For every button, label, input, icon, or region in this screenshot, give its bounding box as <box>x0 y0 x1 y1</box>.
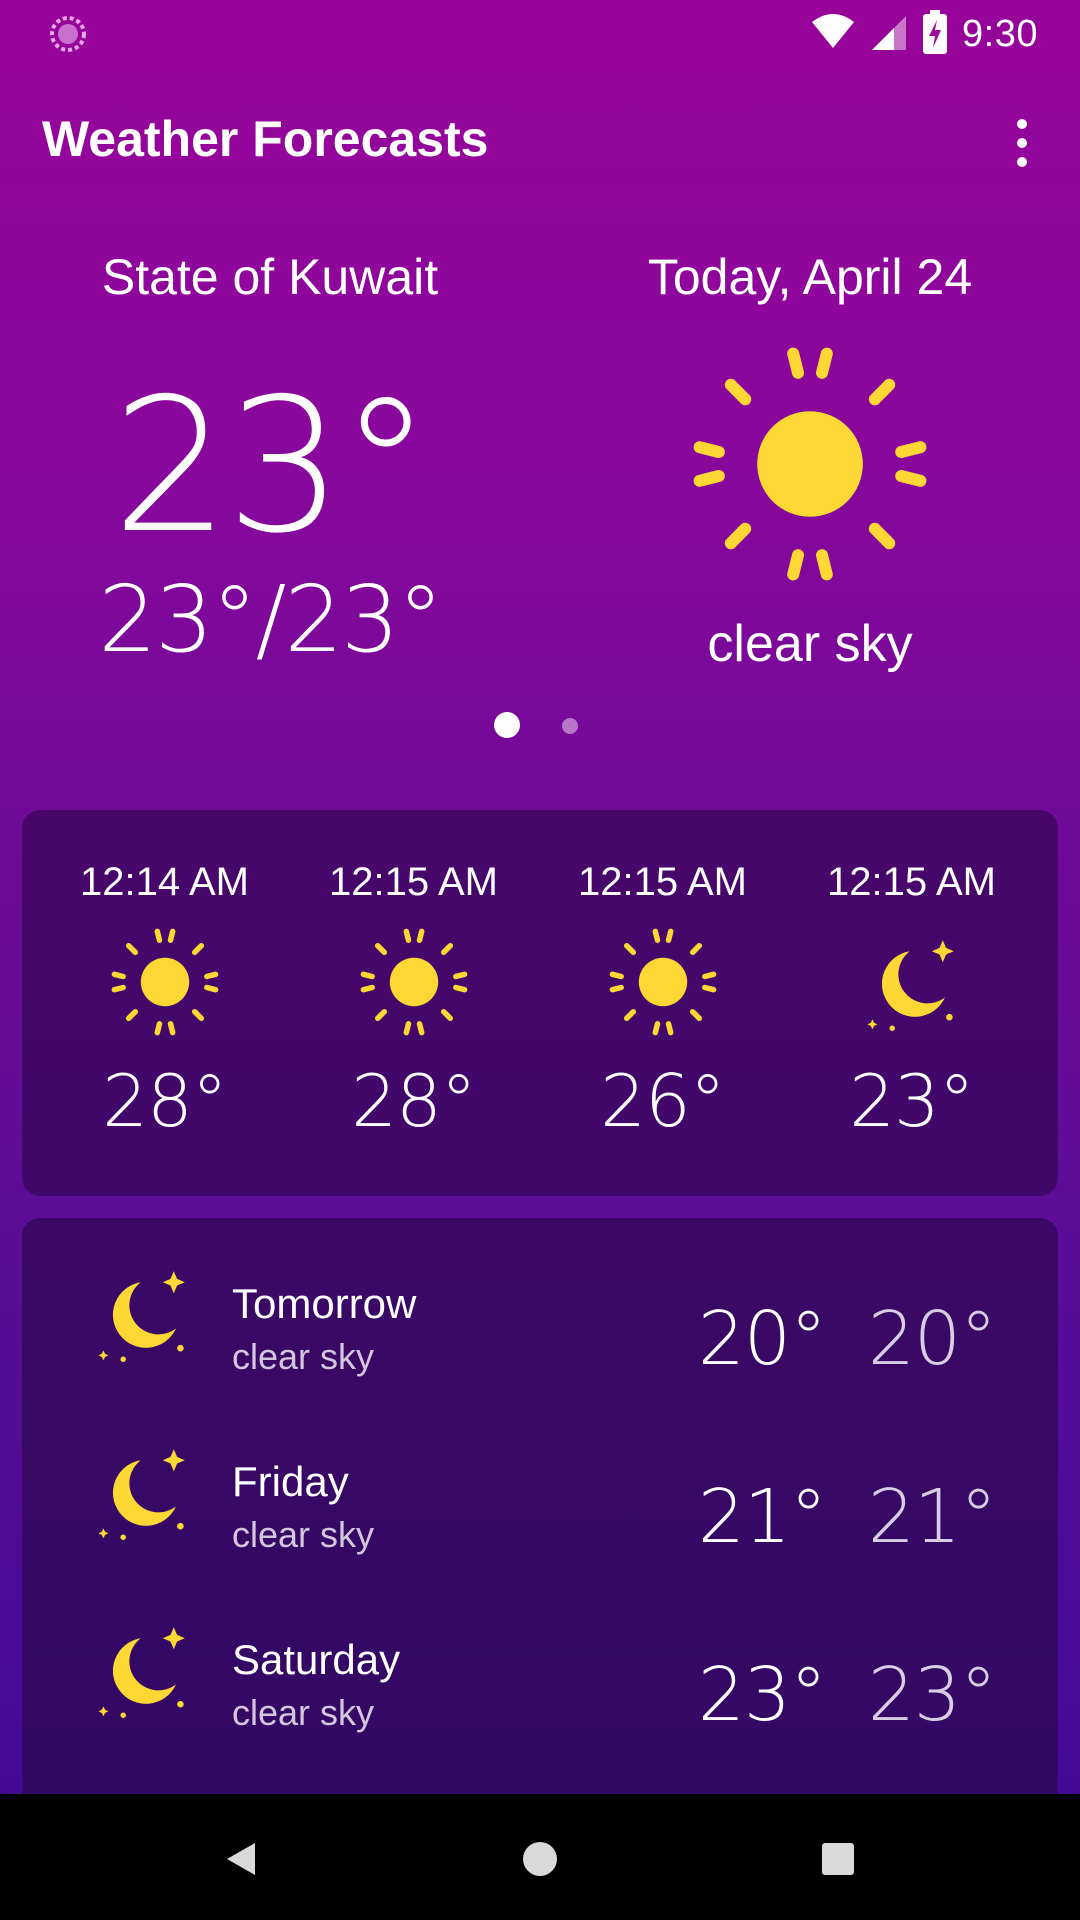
page-dot-active[interactable] <box>494 712 520 738</box>
moon-stars-icon <box>88 1258 198 1368</box>
hourly-forecast-card: 12:14 AM 28° 12:15 AM 28° 12:15 AM 26° 1… <box>22 810 1058 1196</box>
temperature-range: 23°/23° <box>98 566 443 673</box>
day-name: Friday <box>232 1458 349 1505</box>
hour-time: 12:14 AM <box>79 860 249 904</box>
day-low-temperature: 21° <box>867 1474 997 1560</box>
page-dot-inactive[interactable] <box>562 718 578 734</box>
status-time: 9:30 <box>962 12 1038 55</box>
hourly-item: 12:15 AM 23° <box>787 810 1036 1143</box>
sun-icon <box>608 927 718 1037</box>
day-low-temperature: 20° <box>867 1296 997 1382</box>
moon-stars-icon <box>88 1436 198 1546</box>
day-high-temperature: 23° <box>697 1652 827 1738</box>
day-name: Saturday <box>232 1636 401 1683</box>
hourly-item: 12:15 AM 28° <box>289 810 538 1143</box>
hour-temperature: 28° <box>351 1059 477 1143</box>
battery-charging-icon <box>922 9 948 59</box>
sun-icon <box>690 344 930 584</box>
page-indicator <box>0 712 1080 742</box>
day-high-temperature: 21° <box>697 1474 827 1560</box>
current-weather-pager[interactable]: State of Kuwait 23° 23°/23° Today, April… <box>0 220 1080 740</box>
loading-icon <box>48 14 88 54</box>
current-date: Today, April 24 <box>647 249 973 305</box>
sun-icon <box>110 927 220 1037</box>
daily-forecast-card: Tomorrow clear sky 20° 20° Friday clear … <box>22 1218 1058 1798</box>
hour-temperature: 28° <box>102 1059 228 1143</box>
hour-time: 12:15 AM <box>328 860 498 904</box>
overflow-menu-icon[interactable] <box>992 108 1052 178</box>
moon-stars-icon <box>88 1614 198 1724</box>
hour-time: 12:15 AM <box>577 860 747 904</box>
app-bar: Weather Forecasts <box>0 80 1080 200</box>
current-condition: clear sky <box>707 615 913 673</box>
day-low-temperature: 23° <box>867 1652 997 1738</box>
navigation-bar <box>0 1794 1080 1920</box>
app-title: Weather Forecasts <box>42 111 489 167</box>
day-condition: clear sky <box>232 1692 375 1733</box>
moon-stars-icon <box>857 927 967 1037</box>
daily-row[interactable]: Friday clear sky 21° 21° <box>22 1396 1058 1574</box>
day-high-temperature: 20° <box>697 1296 827 1382</box>
hour-temperature: 26° <box>600 1059 726 1143</box>
current-temperature-panel: State of Kuwait 23° 23°/23° <box>0 220 540 673</box>
current-condition-panel: Today, April 24 clear sky <box>540 220 1080 674</box>
day-condition: clear sky <box>232 1336 375 1377</box>
daily-row[interactable]: Tomorrow clear sky 20° 20° <box>22 1218 1058 1396</box>
back-icon[interactable] <box>206 1824 276 1894</box>
hour-temperature: 23° <box>849 1059 975 1143</box>
wifi-icon <box>810 12 856 57</box>
hourly-item: 12:14 AM 28° <box>40 810 289 1143</box>
current-temperature: 23° <box>112 358 432 574</box>
day-condition: clear sky <box>232 1514 375 1555</box>
daily-row[interactable]: Saturday clear sky 23° 23° <box>22 1574 1058 1752</box>
hour-time: 12:15 AM <box>826 860 996 904</box>
recents-icon[interactable] <box>803 1824 873 1894</box>
status-icons: 9:30 <box>810 8 1038 60</box>
sun-icon <box>359 927 469 1037</box>
hourly-item: 12:15 AM 26° <box>538 810 787 1143</box>
signal-icon <box>870 12 908 57</box>
status-bar: 9:30 <box>0 0 1080 64</box>
home-icon[interactable] <box>505 1824 575 1894</box>
location-name: State of Kuwait <box>101 249 439 305</box>
day-name: Tomorrow <box>232 1280 417 1327</box>
